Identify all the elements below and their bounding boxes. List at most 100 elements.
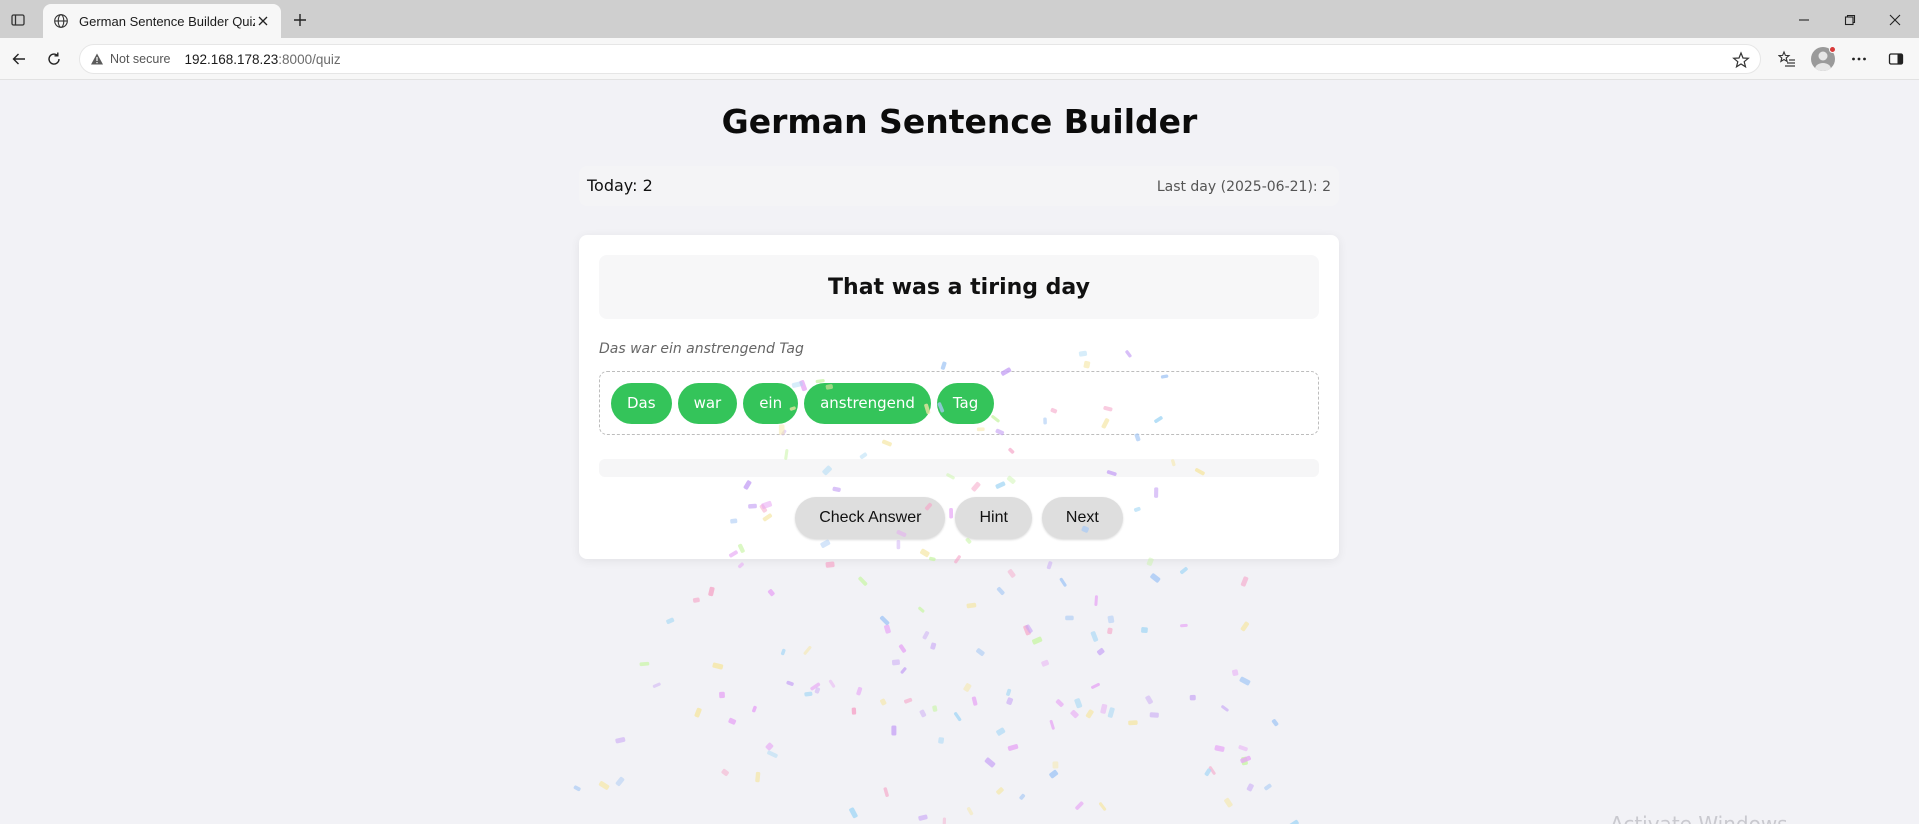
confetti-piece — [598, 781, 610, 790]
today-count: Today: 2 — [587, 176, 653, 195]
confetti-piece — [1065, 615, 1074, 621]
confetti-piece — [1023, 625, 1031, 636]
word-chip[interactable]: Das — [611, 382, 672, 424]
confetti-piece — [804, 691, 813, 697]
word-bank-area — [599, 459, 1319, 477]
confetti-piece — [767, 589, 775, 597]
confetti-piece — [1289, 819, 1299, 824]
confetti-piece — [1032, 636, 1043, 645]
confetti-piece — [1128, 720, 1138, 726]
quiz-card: That was a tiring day Das war ein anstre… — [579, 235, 1339, 559]
browser-toolbar: Not secure 192.168.178.23:8000/quiz — [0, 38, 1919, 80]
page-title: German Sentence Builder — [721, 102, 1198, 141]
confetti-piece — [1046, 561, 1053, 570]
confetti-piece — [814, 687, 821, 694]
confetti-piece — [1141, 627, 1148, 634]
prompt-box: That was a tiring day — [599, 255, 1319, 319]
active-tab[interactable]: German Sentence Builder Quiz — [43, 4, 281, 38]
url-path: :8000/quiz — [278, 51, 341, 67]
confetti-piece — [879, 615, 890, 626]
confetti-piece — [1107, 615, 1115, 624]
confetti-piece — [884, 624, 891, 634]
sidebar-toggle-icon[interactable] — [1884, 47, 1908, 71]
confetti-piece — [708, 586, 715, 597]
word-chip[interactable]: Tag — [936, 382, 995, 424]
confetti-piece — [1049, 769, 1059, 779]
globe-icon — [53, 13, 69, 29]
new-tab-icon[interactable] — [290, 10, 310, 30]
confetti-piece — [1214, 745, 1225, 752]
confetti-piece — [1090, 631, 1099, 642]
security-label[interactable]: Not secure — [110, 52, 170, 66]
favorites-list-icon[interactable] — [1775, 47, 1799, 71]
confetti-piece — [1099, 802, 1107, 811]
favorite-star-icon[interactable] — [1732, 51, 1750, 69]
warning-icon — [90, 52, 104, 66]
translation-hint: Das war ein anstrengend Tag — [599, 341, 804, 357]
refresh-icon[interactable] — [42, 47, 66, 71]
close-tab-icon[interactable] — [255, 13, 271, 29]
confetti-piece — [963, 683, 972, 692]
confetti-piece — [919, 709, 927, 718]
confetti-piece — [891, 725, 897, 736]
check-answer-button[interactable]: Check Answer — [795, 497, 946, 539]
tab-actions-icon[interactable] — [8, 10, 28, 30]
confetti-piece — [1264, 783, 1272, 791]
confetti-piece — [1075, 801, 1084, 810]
confetti-piece — [1180, 567, 1188, 575]
confetti-piece — [828, 679, 836, 688]
confetti-piece — [1006, 697, 1014, 705]
confetti-piece — [1025, 624, 1033, 634]
confetti-piece — [765, 742, 774, 751]
confetti-piece — [1145, 695, 1153, 705]
close-window-icon[interactable] — [1880, 8, 1910, 32]
confetti-piece — [1074, 698, 1083, 709]
confetti-piece — [984, 757, 996, 768]
confetti-piece — [1052, 761, 1059, 769]
confetti-piece — [652, 682, 661, 688]
action-buttons: Check Answer Hint Next — [579, 497, 1339, 539]
confetti-piece — [786, 680, 794, 686]
confetti-piece — [1240, 755, 1251, 764]
confetti-piece — [1085, 709, 1094, 719]
browser-tab-bar: German Sentence Builder Quiz — [0, 0, 1919, 38]
confetti-piece — [856, 686, 863, 696]
confetti-piece — [971, 696, 978, 706]
confetti-piece — [1241, 756, 1248, 766]
confetti-piece — [1189, 694, 1196, 701]
confetti-piece — [1180, 623, 1188, 628]
confetti-piece — [728, 717, 737, 725]
word-chip[interactable]: anstrengend — [804, 382, 931, 424]
confetti-piece — [666, 617, 675, 625]
confetti-piece — [942, 817, 947, 824]
confetti-piece — [1240, 621, 1250, 632]
confetti-piece — [1238, 745, 1248, 752]
confetti-piece — [922, 631, 930, 640]
confetti-piece — [1019, 793, 1026, 800]
address-bar[interactable]: Not secure 192.168.178.23:8000/quiz — [79, 44, 1761, 74]
hint-button[interactable]: Hint — [955, 497, 1032, 539]
word-chip[interactable]: ein — [743, 382, 799, 424]
confetti-piece — [1107, 707, 1115, 718]
confetti-piece — [851, 707, 857, 715]
confetti-piece — [1221, 705, 1229, 712]
restore-icon[interactable] — [1835, 8, 1865, 32]
confetti-piece — [767, 750, 778, 758]
confetti-piece — [1208, 766, 1216, 775]
confetti-piece — [1049, 719, 1055, 730]
word-chip[interactable]: war — [677, 382, 738, 424]
next-button[interactable]: Next — [1041, 497, 1123, 539]
more-options-icon[interactable] — [1847, 47, 1871, 71]
confetti-piece — [639, 661, 650, 667]
back-arrow-icon[interactable] — [7, 47, 31, 71]
minimize-icon[interactable] — [1789, 8, 1819, 32]
confetti-piece — [1231, 669, 1239, 676]
confetti-piece — [1149, 712, 1159, 718]
confetti-piece — [900, 667, 907, 674]
confetti-piece — [810, 682, 821, 691]
english-prompt: That was a tiring day — [828, 274, 1090, 300]
confetti-piece — [1150, 573, 1161, 583]
confetti-piece — [996, 787, 1004, 795]
answer-drop-zone[interactable]: Das war ein anstrengend Tag — [599, 371, 1319, 435]
confetti-piece — [719, 691, 725, 699]
